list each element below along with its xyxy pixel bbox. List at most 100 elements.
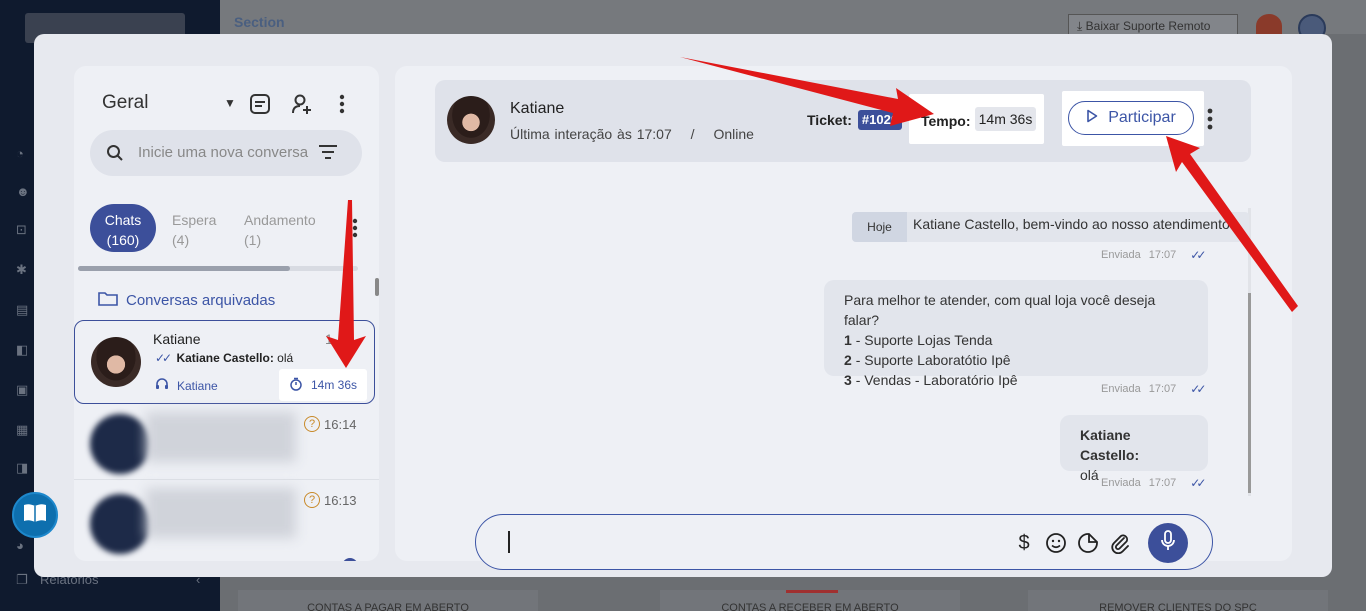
attach-icon[interactable] xyxy=(1108,531,1132,555)
sticker-icon[interactable] xyxy=(1076,531,1100,555)
chat-agent-name: Katiane xyxy=(177,378,218,393)
tab-andamento-label: Andamento xyxy=(244,212,316,228)
headset-icon xyxy=(155,377,169,394)
footer-card-1: CONTAS A PAGAR EM ABERTO xyxy=(238,590,538,611)
briefcase-icon: ◨ xyxy=(16,460,29,475)
chat-last-text: olá xyxy=(277,351,294,365)
basket-icon: ◧ xyxy=(16,342,29,357)
participate-button[interactable]: Participar xyxy=(1068,101,1194,135)
ticket-label: Ticket: xyxy=(807,112,852,128)
archived-conversations-link[interactable]: Conversas arquivadas xyxy=(98,290,275,310)
menu-message: Para melhor te atender, com qual loja vo… xyxy=(824,280,1208,388)
box-icon: ▣ xyxy=(16,382,29,397)
contact-status: Última interação às 17:07 / Online xyxy=(510,126,754,142)
notes-icon[interactable] xyxy=(248,92,272,116)
tab-chats[interactable]: Chats (160) xyxy=(90,204,156,252)
double-check-icon: ✓✓ xyxy=(1190,382,1206,396)
chat-last-message: ✓✓ Katiane Castello: olá xyxy=(155,351,293,365)
tabs-scrollbar[interactable] xyxy=(78,266,358,271)
message-time: 17:07 xyxy=(1148,477,1177,489)
chat-item[interactable]: ? 16:13 xyxy=(74,480,379,556)
filter-icon[interactable] xyxy=(318,144,338,165)
contact-avatar xyxy=(447,96,495,144)
tab-espera-count: (4) xyxy=(172,232,190,248)
tab-chats-count: (160) xyxy=(106,232,140,248)
contact-avatar xyxy=(91,337,141,387)
message-meta: Enviada 17:07 ✓✓ xyxy=(1101,382,1206,396)
welcome-message-text: Katiane Castello, bem-vindo ao nosso ate… xyxy=(913,216,1230,232)
tabs-more-icon[interactable] xyxy=(352,218,358,243)
message-list: Hoje Katiane Castello, bem-vindo ao noss… xyxy=(435,206,1251,496)
grid-icon: ▤ xyxy=(16,302,29,317)
copy-icon: ❐ xyxy=(16,572,28,587)
dashboard-icon: ◔ xyxy=(16,146,24,161)
tab-andamento-count: (1) xyxy=(244,232,262,248)
chat-time: ? 16:13 xyxy=(304,492,357,508)
chat-contact-name: Katiane xyxy=(153,331,201,347)
participate-label: Participar xyxy=(1108,109,1176,126)
tab-andamento[interactable]: Andamento (1) xyxy=(244,210,316,250)
message-time: 17:07 xyxy=(1148,383,1177,395)
message-meta: Enviada 17:07 ✓✓ xyxy=(1101,248,1206,262)
unread-badge: 7 xyxy=(342,558,358,561)
tempo-highlight: Tempo: 14m 36s xyxy=(909,94,1044,144)
chat-agent: Katiane xyxy=(155,377,218,394)
chat-preview-blurred xyxy=(146,412,296,462)
conversations-header: Geral ▼ xyxy=(102,92,362,116)
conversation-panel: Katiane Última interação às 17:07 / Onli… xyxy=(395,66,1292,570)
download-remote-support-button[interactable]: ⤓ Baixar Suporte Remoto xyxy=(1068,14,1238,36)
chat-item[interactable]: ? 16:14 xyxy=(74,404,379,480)
chat-time: 1 xyxy=(325,331,333,347)
conversation-header: Katiane Última interação às 17:07 / Onli… xyxy=(435,80,1251,162)
text-caret xyxy=(508,531,510,553)
chevron-down-icon[interactable]: ▼ xyxy=(224,96,236,110)
cart-icon: ⊡ xyxy=(16,222,27,237)
microphone-button[interactable] xyxy=(1148,523,1188,563)
help-widget-button[interactable] xyxy=(12,492,58,538)
message-composer[interactable]: $ xyxy=(475,514,1213,570)
search-input[interactable]: Inicie uma nova conversa xyxy=(138,144,316,161)
keyboard-icon: ▦ xyxy=(16,422,29,437)
conversation-more-icon[interactable] xyxy=(1207,108,1213,135)
footer-card-3: REMOVER CLIENTES DO SPC xyxy=(1028,590,1328,611)
contact-name: Katiane xyxy=(510,100,565,117)
conversations-panel: Geral ▼ Inicie uma nova conversa Chats (… xyxy=(74,66,379,561)
queue-title[interactable]: Geral xyxy=(102,92,148,114)
footer-accent-line xyxy=(786,590,838,593)
microphone-icon xyxy=(1160,529,1176,557)
chat-time: ? 16:14 xyxy=(304,416,357,432)
chat-bubbles-icon: ◕ xyxy=(16,538,24,553)
chat-time-text: 16:13 xyxy=(324,492,357,508)
footer-card-2: CONTAS A RECEBER EM ABERTO xyxy=(660,590,960,611)
play-icon xyxy=(1086,109,1098,128)
message-time: 17:07 xyxy=(1148,249,1177,261)
double-check-icon: ✓✓ xyxy=(1190,476,1206,490)
chat-last-sender: Katiane Castello: xyxy=(176,351,274,365)
message-status: Enviada xyxy=(1101,249,1141,261)
double-check-icon: ✓✓ xyxy=(155,351,172,365)
chat-modal: Geral ▼ Inicie uma nova conversa Chats (… xyxy=(34,34,1332,577)
emoji-icon[interactable] xyxy=(1044,531,1068,555)
ticket-number-badge[interactable]: #1020 xyxy=(858,110,902,130)
list-scrollbar[interactable] xyxy=(375,278,379,296)
question-icon: ? xyxy=(304,416,320,432)
menu-option: 2 - Suporte Laboratótio Ipê xyxy=(844,352,1011,368)
folder-icon xyxy=(98,290,118,310)
add-contact-icon[interactable] xyxy=(290,92,314,116)
more-options-icon[interactable] xyxy=(330,92,354,116)
question-icon: ? xyxy=(304,492,320,508)
dollar-icon[interactable]: $ xyxy=(1012,531,1036,555)
tempo-value: 14m 36s xyxy=(975,107,1036,131)
menu-option: 1 - Suporte Lojas Tenda xyxy=(844,332,993,348)
new-conversation-search[interactable]: Inicie uma nova conversa xyxy=(90,130,362,176)
online-status: Online xyxy=(713,126,754,142)
contact-avatar xyxy=(90,414,150,474)
status-separator: / xyxy=(690,126,695,142)
message-sender: Katiane Castello: xyxy=(1080,427,1140,463)
participate-highlight: Participar xyxy=(1062,91,1204,146)
chat-timer-text: 14m 36s xyxy=(310,378,358,392)
message-status: Enviada xyxy=(1101,383,1141,395)
download-label: Baixar Suporte Remoto xyxy=(1085,19,1211,33)
users-icon: ☻ xyxy=(16,184,30,199)
tab-espera[interactable]: Espera (4) xyxy=(172,210,216,250)
